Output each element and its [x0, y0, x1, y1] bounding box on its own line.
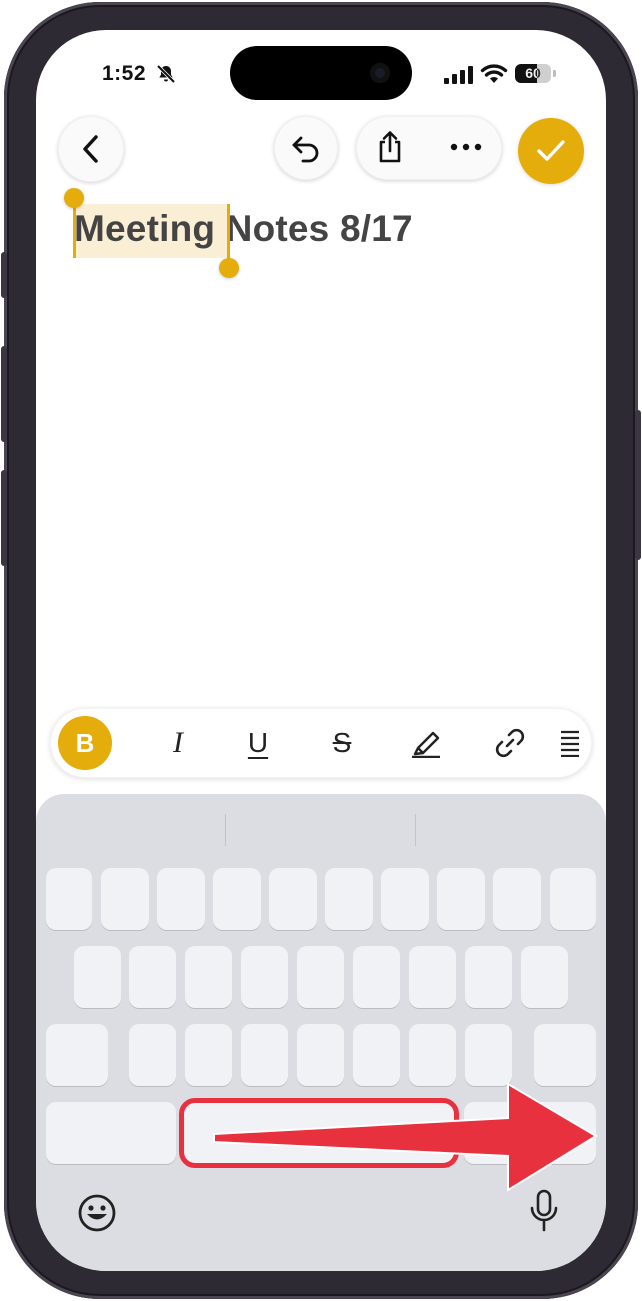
back-button[interactable] — [58, 116, 124, 182]
battery-level: 60 — [525, 65, 541, 81]
checkmark-icon — [537, 140, 565, 161]
keyboard-key[interactable] — [353, 1024, 400, 1086]
highlighter-icon — [412, 731, 440, 758]
screen: 1:52 60 Meeting Notes 8/17 B I U S — [36, 30, 606, 1271]
underline-label: U — [247, 727, 269, 758]
underline-button[interactable]: U — [228, 708, 288, 778]
keyboard-key[interactable] — [550, 868, 596, 930]
microphone-icon[interactable] — [528, 1188, 560, 1234]
dynamic-island — [230, 46, 412, 100]
keyboard-key[interactable] — [157, 868, 205, 930]
keyboard-key[interactable] — [46, 868, 92, 930]
selection-start-caret — [73, 200, 76, 258]
more-button[interactable] — [434, 116, 498, 178]
keyboard-key[interactable] — [465, 946, 512, 1008]
delete-key[interactable] — [534, 1024, 596, 1086]
battery-tip — [553, 70, 556, 77]
keyboard-key[interactable] — [437, 868, 485, 930]
prediction-divider — [225, 814, 226, 846]
battery-indicator: 60 — [515, 64, 551, 83]
bold-button[interactable]: B — [58, 716, 112, 770]
keyboard-key[interactable] — [74, 946, 121, 1008]
volume-up-button — [1, 346, 7, 442]
share-more-group — [356, 116, 502, 180]
keyboard-key[interactable] — [213, 868, 261, 930]
strikethrough-button[interactable]: S — [312, 708, 372, 778]
return-key[interactable] — [464, 1102, 596, 1164]
selection-end-handle[interactable] — [219, 258, 239, 278]
cellular-signal-icon — [444, 66, 473, 84]
link-button[interactable] — [480, 708, 540, 778]
keyboard-key[interactable] — [185, 1024, 232, 1086]
done-button[interactable] — [518, 118, 584, 184]
keyboard-key[interactable] — [129, 1024, 176, 1086]
align-button[interactable] — [548, 708, 592, 778]
annotation-highlight-box — [179, 1098, 459, 1168]
strikethrough-label: S — [332, 727, 352, 758]
selection-start-handle[interactable] — [64, 188, 84, 208]
ellipsis-icon — [450, 143, 482, 151]
keyboard-key[interactable] — [381, 868, 429, 930]
chevron-left-icon — [83, 135, 98, 163]
undo-button[interactable] — [274, 116, 338, 180]
keyboard-key[interactable] — [269, 868, 317, 930]
keyboard-key[interactable] — [493, 868, 541, 930]
bell-slash-icon — [156, 64, 176, 84]
power-button — [635, 410, 641, 560]
keyboard-key[interactable] — [409, 946, 456, 1008]
undo-icon — [292, 136, 319, 163]
keyboard-key[interactable] — [521, 946, 568, 1008]
shift-key[interactable] — [46, 1024, 108, 1086]
keyboard-key[interactable] — [185, 946, 232, 1008]
selection-end-caret — [227, 204, 230, 264]
text-align-icon — [561, 730, 579, 757]
numbers-key[interactable] — [46, 1102, 176, 1164]
selected-word[interactable]: Meeting — [74, 208, 215, 249]
keyboard-key[interactable] — [241, 946, 288, 1008]
share-icon — [379, 131, 401, 163]
keyboard-key[interactable] — [297, 946, 344, 1008]
note-title[interactable]: Meeting Notes 8/17 — [74, 208, 413, 250]
share-button[interactable] — [358, 116, 422, 178]
keyboard-key[interactable] — [325, 868, 373, 930]
keyboard-key[interactable] — [465, 1024, 512, 1086]
keyboard-key[interactable] — [101, 868, 149, 930]
emoji-icon[interactable] — [76, 1192, 118, 1234]
highlight-button[interactable] — [396, 708, 456, 778]
keyboard-key[interactable] — [353, 946, 400, 1008]
volume-down-button — [1, 470, 7, 566]
italic-label: I — [173, 726, 183, 759]
keyboard-key[interactable] — [409, 1024, 456, 1086]
wifi-icon — [480, 64, 508, 83]
action-button — [1, 252, 7, 298]
front-camera — [370, 63, 390, 83]
title-rest: Notes 8/17 — [215, 208, 413, 249]
link-icon — [495, 728, 525, 758]
keyboard-key[interactable] — [241, 1024, 288, 1086]
format-toolbar: B I U S — [50, 708, 592, 778]
prediction-divider — [415, 814, 416, 846]
keyboard-key[interactable] — [129, 946, 176, 1008]
status-time: 1:52 — [102, 62, 147, 85]
italic-button[interactable]: I — [148, 708, 208, 778]
keyboard-key[interactable] — [297, 1024, 344, 1086]
